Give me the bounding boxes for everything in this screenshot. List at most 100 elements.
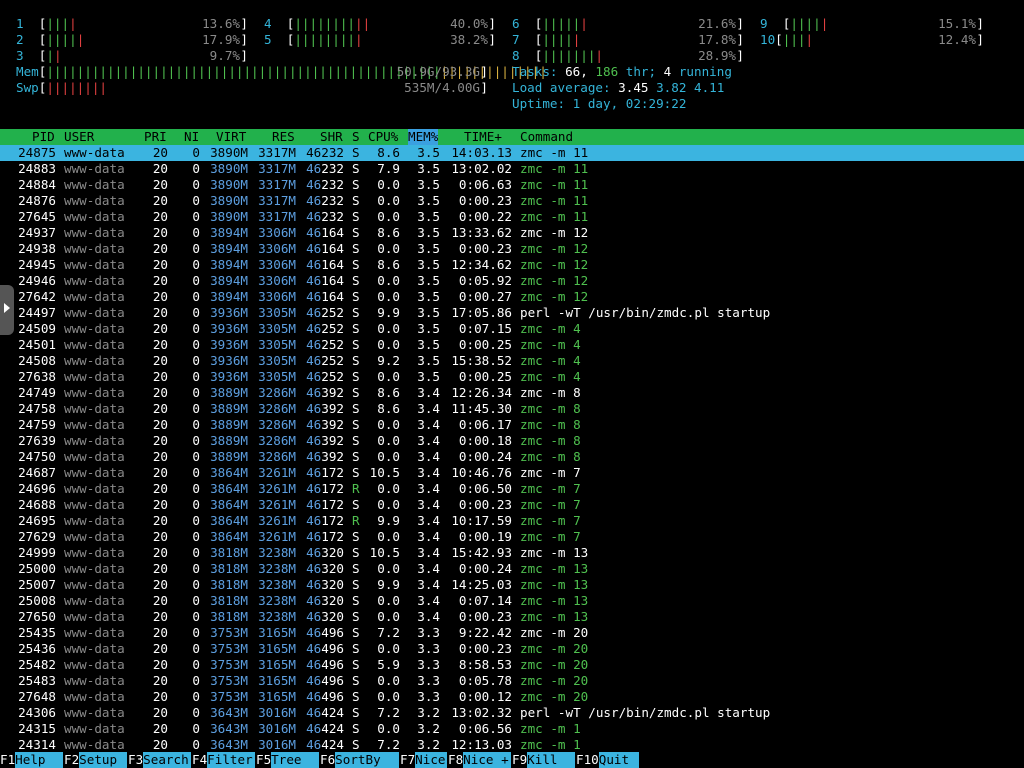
table-row[interactable]: 24938 www-data 20 0 3894M 3306M 46164 S 0.0 3.5 0:… bbox=[0, 241, 1024, 257]
table-row[interactable]: 24946 www-data 20 0 3894M 3306M 46164 S 0.0 3.5 0:… bbox=[0, 273, 1024, 289]
cell-s: S bbox=[352, 497, 360, 512]
cell-shr: 46392 bbox=[306, 449, 344, 465]
table-row[interactable]: 27645 www-data 20 0 3890M 3317M 46232 S 0.0 3.5 0:… bbox=[0, 209, 1024, 225]
table-row[interactable]: 25007 www-data 20 0 3818M 3238M 46320 S 9.9 3.4 14… bbox=[0, 577, 1024, 593]
cell-user: www-data bbox=[64, 209, 125, 224]
cell-s: S bbox=[352, 737, 360, 752]
process-table-header[interactable]: PID USER PRI NI VIRT RES SHR S CPU% MEM%… bbox=[0, 129, 1024, 145]
table-row[interactable]: 24749 www-data 20 0 3889M 3286M 46392 S 8.6 3.4 12… bbox=[0, 385, 1024, 401]
cell-user: www-data bbox=[64, 257, 125, 272]
fkey-key: F7 bbox=[400, 752, 416, 767]
fkey-tree-button[interactable]: F5Tree bbox=[256, 752, 320, 768]
cell-shr: 46496 bbox=[306, 689, 344, 705]
col-pri[interactable]: PRI bbox=[144, 129, 167, 145]
cell-res: 3238M bbox=[258, 609, 296, 624]
table-row-selected[interactable]: 24875 www-data 20 0 3890M 3317M 46232 S 8.6 3.5 14… bbox=[0, 145, 1024, 161]
table-row[interactable]: 24315 www-data 20 0 3643M 3016M 46424 S 0.0 3.2 0:… bbox=[0, 721, 1024, 737]
col-pid[interactable]: PID bbox=[32, 129, 55, 145]
fkey-quit-button[interactable]: F10Quit bbox=[576, 752, 639, 768]
col-res[interactable]: RES bbox=[272, 129, 295, 145]
table-row[interactable]: 25436 www-data 20 0 3753M 3165M 46496 S 0.0 3.3 0:… bbox=[0, 641, 1024, 657]
cell-s: S bbox=[352, 241, 360, 256]
cell-time: 9:22.42 bbox=[458, 625, 512, 640]
cpu-meter-bar-sys: | bbox=[69, 16, 77, 31]
cell-shr-hi: 46 bbox=[306, 241, 322, 256]
table-row[interactable]: 25435 www-data 20 0 3753M 3165M 46496 S 7.2 3.3 9:… bbox=[0, 625, 1024, 641]
table-row[interactable]: 25000 www-data 20 0 3818M 3238M 46320 S 0.0 3.4 0:… bbox=[0, 561, 1024, 577]
cell-pid: 25436 bbox=[18, 641, 56, 656]
chevron-right-icon bbox=[4, 303, 10, 313]
cell-cpu: 8.6 bbox=[377, 385, 400, 400]
table-row[interactable]: 24497 www-data 20 0 3936M 3305M 46252 S 9.9 3.5 17… bbox=[0, 305, 1024, 321]
table-row[interactable]: 25008 www-data 20 0 3818M 3238M 46320 S 0.0 3.4 0:… bbox=[0, 593, 1024, 609]
table-row[interactable]: 24937 www-data 20 0 3894M 3306M 46164 S 8.6 3.5 13… bbox=[0, 225, 1024, 241]
col-ni[interactable]: NI bbox=[184, 129, 199, 145]
col-s[interactable]: S bbox=[352, 129, 360, 145]
table-row[interactable]: 24758 www-data 20 0 3889M 3286M 46392 S 8.6 3.4 11… bbox=[0, 401, 1024, 417]
table-row[interactable]: 24945 www-data 20 0 3894M 3306M 46164 S 8.6 3.5 12… bbox=[0, 257, 1024, 273]
table-row[interactable]: 24687 www-data 20 0 3864M 3261M 46172 S 10.5 3.4 1… bbox=[0, 465, 1024, 481]
col-shr[interactable]: SHR bbox=[320, 129, 343, 145]
table-row[interactable]: 24876 www-data 20 0 3890M 3317M 46232 S 0.0 3.5 0:… bbox=[0, 193, 1024, 209]
cpu-meter-bar: |||||||| bbox=[294, 16, 356, 31]
table-row[interactable]: 24501 www-data 20 0 3936M 3305M 46252 S 0.0 3.5 0:… bbox=[0, 337, 1024, 353]
table-row[interactable]: 25483 www-data 20 0 3753M 3165M 46496 S 0.0 3.3 0:… bbox=[0, 673, 1024, 689]
table-row[interactable]: 25482 www-data 20 0 3753M 3165M 46496 S 5.9 3.3 8:… bbox=[0, 657, 1024, 673]
col-command[interactable]: Command bbox=[520, 129, 573, 145]
table-row[interactable]: 24695 www-data 20 0 3864M 3261M 46172 R 9.9 3.4 10… bbox=[0, 513, 1024, 529]
table-row[interactable]: 24759 www-data 20 0 3889M 3286M 46392 S 0.0 3.4 0:… bbox=[0, 417, 1024, 433]
table-row[interactable]: 27642 www-data 20 0 3894M 3306M 46164 S 0.0 3.5 0:… bbox=[0, 289, 1024, 305]
table-row[interactable]: 27629 www-data 20 0 3864M 3261M 46172 S 0.0 3.4 0:… bbox=[0, 529, 1024, 545]
cpu-meter-bracket: ] bbox=[488, 32, 496, 47]
table-row[interactable]: 27648 www-data 20 0 3753M 3165M 46496 S 0.0 3.3 0:… bbox=[0, 689, 1024, 705]
col-virt[interactable]: VIRT bbox=[216, 129, 246, 145]
table-row[interactable]: 27638 www-data 20 0 3936M 3305M 46252 S 0.0 3.5 0:… bbox=[0, 369, 1024, 385]
swp-bar: |||||||| bbox=[46, 80, 108, 95]
cell-shr-lo: 232 bbox=[321, 209, 344, 224]
cell-res: 3305M bbox=[258, 321, 296, 336]
fkey-nice-button[interactable]: F8Nice + bbox=[448, 752, 512, 768]
table-row[interactable]: 24314 www-data 20 0 3643M 3016M 46424 S 7.2 3.2 12… bbox=[0, 737, 1024, 753]
cell-shr-lo: 392 bbox=[321, 385, 344, 400]
cell-shr-hi: 46 bbox=[306, 273, 322, 288]
cell-user: www-data bbox=[64, 481, 125, 496]
fkey-setup-button[interactable]: F2Setup bbox=[64, 752, 128, 768]
side-panel-handle[interactable] bbox=[0, 285, 14, 335]
fkey-kill-button[interactable]: F9Kill bbox=[512, 752, 576, 768]
col-user[interactable]: USER bbox=[64, 129, 94, 145]
cell-pid: 25007 bbox=[18, 577, 56, 592]
cpu-meter: 2 [||||| 17.9%] bbox=[16, 32, 248, 48]
cell-shr-hi: 46 bbox=[306, 337, 322, 352]
cell-cpu: 9.9 bbox=[377, 577, 400, 592]
table-row[interactable]: 24696 www-data 20 0 3864M 3261M 46172 R 0.0 3.4 0:… bbox=[0, 481, 1024, 497]
table-row[interactable]: 24884 www-data 20 0 3890M 3317M 46232 S 0.0 3.5 0:… bbox=[0, 177, 1024, 193]
cell-s: S bbox=[352, 561, 360, 576]
table-row[interactable]: 24883 www-data 20 0 3890M 3317M 46232 S 7.9 3.5 13… bbox=[0, 161, 1024, 177]
col-cpu[interactable]: CPU% bbox=[368, 129, 398, 145]
table-row[interactable]: 27650 www-data 20 0 3818M 3238M 46320 S 0.0 3.4 0:… bbox=[0, 609, 1024, 625]
table-row[interactable]: 24999 www-data 20 0 3818M 3238M 46320 S 10.5 3.4 1… bbox=[0, 545, 1024, 561]
cell-pri: 20 bbox=[152, 353, 168, 368]
cell-user: www-data bbox=[64, 561, 125, 576]
table-row[interactable]: 24306 www-data 20 0 3643M 3016M 46424 S 7.2 3.2 13… bbox=[0, 705, 1024, 721]
fkey-sortby-button[interactable]: F6SortBy bbox=[320, 752, 400, 768]
table-row[interactable]: 27639 www-data 20 0 3889M 3286M 46392 S 0.0 3.4 0:… bbox=[0, 433, 1024, 449]
fkey-filter-button[interactable]: F4Filter bbox=[192, 752, 256, 768]
cell-cpu: 0.0 bbox=[377, 273, 400, 288]
table-row[interactable]: 24509 www-data 20 0 3936M 3305M 46252 S 0.0 3.5 0:… bbox=[0, 321, 1024, 337]
cell-shr: 46320 bbox=[306, 561, 344, 577]
cpu-meter-bracket: ] bbox=[736, 16, 744, 31]
cell-pid: 27642 bbox=[18, 289, 56, 304]
col-time[interactable]: TIME+ bbox=[464, 129, 502, 145]
cpu-meter-id: 4 bbox=[264, 16, 287, 31]
fkey-nice-button[interactable]: F7Nice - bbox=[400, 752, 461, 768]
cell-pri: 20 bbox=[152, 577, 168, 592]
tasks-count: 66, bbox=[565, 64, 596, 79]
table-row[interactable]: 24688 www-data 20 0 3864M 3261M 46172 S 0.0 3.4 0:… bbox=[0, 497, 1024, 513]
fkey-help-button[interactable]: F1Help bbox=[0, 752, 64, 768]
table-row[interactable]: 24508 www-data 20 0 3936M 3305M 46252 S 9.2 3.5 15… bbox=[0, 353, 1024, 369]
table-row[interactable]: 24750 www-data 20 0 3889M 3286M 46392 S 0.0 3.4 0:… bbox=[0, 449, 1024, 465]
cpu-meter-bar-sys: | bbox=[580, 16, 588, 31]
fkey-search-button[interactable]: F3Search bbox=[128, 752, 192, 768]
col-mem-sorted[interactable]: MEM% bbox=[408, 129, 439, 145]
